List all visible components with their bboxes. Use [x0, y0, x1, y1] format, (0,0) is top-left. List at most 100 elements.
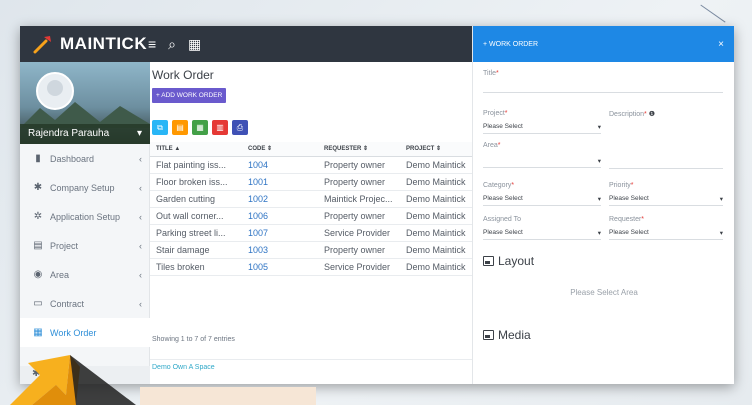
table-row[interactable]: Out wall corner... 1006 Property owner D…	[150, 207, 472, 225]
brand-name: MAINTICK	[60, 34, 148, 53]
cell-requester: Maintick Projec...	[318, 190, 400, 208]
cell-requester: Service Provider	[318, 258, 400, 276]
media-heading-text: Media	[498, 328, 531, 342]
cell-title: Out wall corner...	[150, 207, 242, 225]
caret-down-icon: ▾	[597, 157, 601, 165]
chart-icon: ▮	[35, 153, 41, 164]
chevron-left-icon: ‹	[139, 240, 142, 251]
priority-label-text: Priority	[609, 182, 631, 189]
page-title: Work Order	[152, 68, 214, 82]
info-icon[interactable]: ❶	[647, 111, 655, 118]
cell-code[interactable]: 1007	[242, 224, 318, 242]
card-icon: ▭	[33, 298, 43, 309]
description-label-text: Description	[609, 111, 645, 118]
column-header-title[interactable]: TITLE ▲	[150, 142, 242, 157]
cell-project: Demo Maintick	[400, 207, 472, 225]
sidebar-item-label: Project	[50, 240, 79, 251]
requester-select[interactable]: Please Select ▾	[609, 226, 723, 240]
column-header-code[interactable]: CODE ⇕	[242, 142, 318, 157]
project-label-text: Project	[483, 110, 505, 117]
cell-code[interactable]: 1005	[242, 258, 318, 276]
avatar[interactable]	[36, 72, 74, 110]
cell-project: Demo Maintick	[400, 190, 472, 208]
requester-label-text: Requester	[609, 216, 642, 223]
gears-icon: ✲	[33, 211, 43, 222]
pointer-arrow-graphic	[10, 355, 136, 405]
sidebar-item-company-setup[interactable]: ✱ Company Setup ‹	[20, 173, 150, 202]
priority-select[interactable]: Please Select ▾	[609, 192, 723, 206]
sidebar-item-label: Area	[50, 269, 70, 280]
media-section-heading: Media	[483, 328, 531, 342]
work-order-table: TITLE ▲ CODE ⇕ REQUESTER ⇕ PROJECT ⇕ Fla…	[150, 142, 472, 276]
brand-logo[interactable]: MAINTICK	[32, 34, 147, 54]
title-input[interactable]	[483, 92, 723, 93]
cell-requester: Property owner	[318, 207, 400, 225]
chevron-left-icon: ‹	[139, 211, 142, 222]
description-input[interactable]	[609, 168, 723, 169]
cell-project: Demo Maintick	[400, 241, 472, 259]
cell-title: Garden cutting	[150, 190, 242, 208]
caret-down-icon: ▾	[597, 123, 601, 131]
cell-title: Flat painting iss...	[150, 156, 242, 174]
caret-down-icon: ▾	[719, 229, 723, 237]
cell-code[interactable]: 1003	[242, 241, 318, 259]
pdf-icon[interactable]: ▥	[212, 120, 228, 135]
footer-link[interactable]: Demo Own A Space	[152, 364, 215, 371]
copy-icon[interactable]: ⧉	[152, 120, 168, 135]
grid-icon[interactable]: ▦	[188, 36, 201, 53]
decorative-line	[700, 0, 738, 23]
chevron-left-icon: ‹	[139, 269, 142, 280]
user-menu[interactable]: Rajendra Parauha ▾	[20, 124, 150, 144]
table-row[interactable]: Garden cutting 1002 Maintick Projec... D…	[150, 190, 472, 208]
search-icon[interactable]: ⌕	[168, 36, 176, 53]
csv-icon[interactable]: ▤	[172, 120, 188, 135]
cell-project: Demo Maintick	[400, 258, 472, 276]
sidebar-item-label: Dashboard	[50, 153, 95, 164]
close-icon[interactable]: ×	[718, 39, 724, 50]
assigned-to-select-value: Please Select	[483, 229, 523, 236]
sidebar-item-work-order[interactable]: ▦ Work Order	[20, 318, 150, 347]
image-icon	[483, 256, 494, 266]
cell-title: Stair damage	[150, 241, 242, 259]
assigned-to-select[interactable]: Please Select ▾	[483, 226, 601, 240]
panel-header: + WORK ORDER ×	[473, 26, 734, 62]
print-icon[interactable]: ⎙	[232, 120, 248, 135]
sidebar-item-contract[interactable]: ▭ Contract ‹	[20, 289, 150, 318]
table-row[interactable]: Flat painting iss... 1004 Property owner…	[150, 156, 472, 174]
app-window: MAINTICK ≡ ⌕ ▦ Rajendra Parauha ▾ ▮ Dashb…	[20, 26, 734, 384]
cell-code[interactable]: 1002	[242, 190, 318, 208]
cell-requester: Property owner	[318, 156, 400, 174]
cell-code[interactable]: 1004	[242, 156, 318, 174]
area-select[interactable]: ▾	[483, 154, 601, 168]
cell-code[interactable]: 1001	[242, 173, 318, 191]
location-icon: ◉	[33, 269, 43, 280]
sidebar-item-area[interactable]: ◉ Area ‹	[20, 260, 150, 289]
table-row[interactable]: Floor broken iss... 1001 Property owner …	[150, 173, 472, 191]
project-select[interactable]: Please Select ▾	[483, 120, 601, 134]
main-content: Work Order + ADD WORK ORDER ⧉ ▤ ▦ ▥ ⎙ TI…	[150, 62, 472, 384]
top-icon-group: ≡ ⌕ ▦	[148, 36, 201, 53]
title-label-text: Title	[483, 70, 496, 77]
category-select[interactable]: Please Select ▾	[483, 192, 601, 206]
priority-label: Priority*	[609, 182, 634, 189]
sidebar: Rajendra Parauha ▾ ▮ Dashboard ‹ ✱ Company…	[20, 62, 150, 384]
add-work-order-button[interactable]: + ADD WORK ORDER	[152, 88, 227, 103]
column-header-requester[interactable]: REQUESTER ⇕	[318, 142, 400, 157]
cell-code[interactable]: 1006	[242, 207, 318, 225]
cell-requester: Property owner	[318, 241, 400, 259]
table-row[interactable]: Parking street li... 1007 Service Provid…	[150, 224, 472, 242]
cell-project: Demo Maintick	[400, 156, 472, 174]
sidebar-item-application-setup[interactable]: ✲ Application Setup ‹	[20, 202, 150, 231]
table-row[interactable]: Tiles broken 1005 Service Provider Demo …	[150, 258, 472, 276]
cell-title: Tiles broken	[150, 258, 242, 276]
building-icon: ▤	[33, 240, 43, 251]
table-row[interactable]: Stair damage 1003 Property owner Demo Ma…	[150, 241, 472, 259]
gear-icon: ✱	[33, 182, 43, 193]
menu-icon[interactable]: ≡	[148, 36, 156, 53]
column-header-project[interactable]: PROJECT ⇕	[400, 142, 472, 157]
area-label-text: Area	[483, 142, 498, 149]
sidebar-item-dashboard[interactable]: ▮ Dashboard ‹	[20, 144, 150, 173]
decorative-banner	[140, 387, 316, 405]
sidebar-item-project[interactable]: ▤ Project ‹	[20, 231, 150, 260]
excel-icon[interactable]: ▦	[192, 120, 208, 135]
